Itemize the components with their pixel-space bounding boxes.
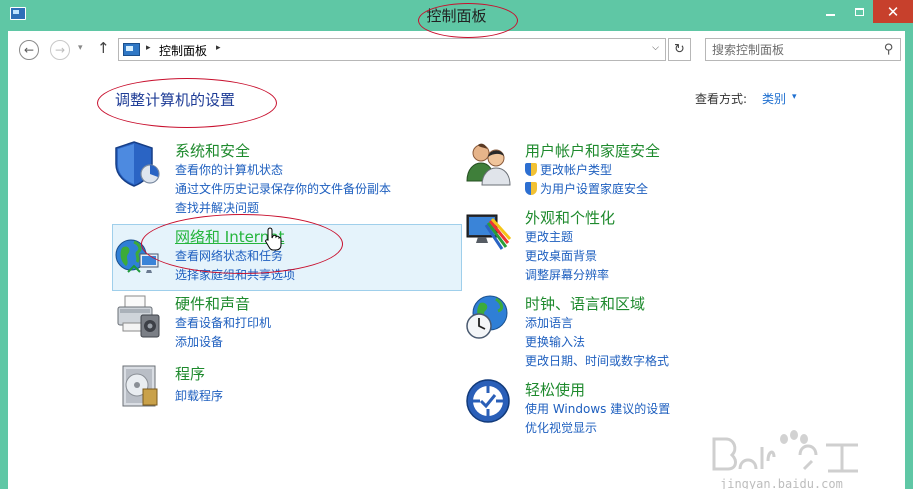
clock-globe-icon (466, 295, 508, 339)
link-uninstall-program[interactable]: 卸载程序 (175, 387, 223, 404)
category-title-programs[interactable]: 程序 (175, 363, 205, 384)
link-homegroup-sharing[interactable]: 选择家庭组和共享选项 (175, 266, 295, 283)
programs-icon (122, 365, 158, 407)
close-icon: ✕ (886, 2, 900, 21)
category-title-appearance[interactable]: 外观和个性化 (525, 207, 615, 228)
ease-of-access-icon (466, 379, 510, 423)
breadcrumb-chevron-icon[interactable]: ▸ (216, 43, 221, 53)
up-button[interactable]: ↑ (97, 39, 110, 57)
hand-cursor-icon (265, 227, 282, 251)
view-by-dropdown[interactable]: 类别 (762, 90, 786, 107)
network-globe-icon (115, 239, 159, 273)
minimize-icon (825, 13, 835, 16)
link-optimize-visual-display[interactable]: 优化视觉显示 (525, 419, 597, 436)
link-change-account-type-label: 更改帐户类型 (540, 163, 613, 177)
navigation-bar: ← → ▾ ↑ ▸ 控制面板 ▸ ⌵ ↻ ⚲ (8, 31, 905, 67)
category-title-user-accounts[interactable]: 用户帐户和家庭安全 (525, 140, 660, 161)
control-panel-icon (123, 43, 140, 56)
link-family-safety[interactable]: 为用户设置家庭安全 (525, 180, 648, 197)
breadcrumb-chevron-icon[interactable]: ▸ (146, 43, 151, 53)
client-area: ← → ▾ ↑ ▸ 控制面板 ▸ ⌵ ↻ ⚲ 调整计算机的设置 查看方式: 类别… (8, 31, 905, 489)
link-view-computer-status[interactable]: 查看你的计算机状态 (175, 161, 283, 178)
search-input[interactable] (712, 42, 872, 58)
category-title-system-security[interactable]: 系统和安全 (175, 140, 250, 161)
back-button[interactable]: ← (19, 40, 39, 60)
link-change-account-type[interactable]: 更改帐户类型 (525, 161, 612, 178)
link-adjust-resolution[interactable]: 调整屏幕分辨率 (525, 266, 609, 283)
users-icon (466, 143, 511, 186)
maximize-icon (854, 7, 864, 16)
breadcrumb-control-panel[interactable]: 控制面板 (159, 42, 207, 59)
refresh-icon: ↻ (674, 42, 685, 57)
uac-shield-icon (525, 182, 537, 195)
link-change-date-time-format[interactable]: 更改日期、时间或数字格式 (525, 352, 669, 369)
address-dropdown-icon[interactable]: ⌵ (652, 43, 659, 53)
link-troubleshoot[interactable]: 查找并解决问题 (175, 199, 259, 216)
address-bar[interactable]: ▸ 控制面板 ▸ ⌵ (118, 38, 666, 61)
maximize-button[interactable] (845, 0, 873, 23)
refresh-button[interactable]: ↻ (668, 38, 691, 61)
link-add-device[interactable]: 添加设备 (175, 333, 223, 350)
view-by-chevron-icon[interactable]: ▾ (792, 92, 797, 102)
search-box[interactable]: ⚲ (705, 38, 901, 61)
arrow-right-icon: → (54, 43, 66, 57)
minimize-button[interactable] (815, 0, 845, 23)
link-change-desktop-background[interactable]: 更改桌面背景 (525, 247, 597, 264)
link-change-input-method[interactable]: 更换输入法 (525, 333, 585, 350)
page-title: 调整计算机的设置 (115, 91, 236, 109)
window-title: 控制面板 (426, 7, 487, 25)
recent-locations-dropdown-icon[interactable]: ▾ (78, 43, 83, 53)
forward-button[interactable]: → (50, 40, 70, 60)
category-title-clock-region[interactable]: 时钟、语言和区域 (525, 293, 645, 314)
link-devices-printers[interactable]: 查看设备和打印机 (175, 314, 271, 331)
link-add-language[interactable]: 添加语言 (525, 314, 573, 331)
link-file-history-backup[interactable]: 通过文件历史记录保存你的文件备份副本 (175, 180, 391, 197)
printer-icon (117, 295, 160, 338)
link-family-safety-label: 为用户设置家庭安全 (540, 182, 649, 196)
link-windows-suggested-settings[interactable]: 使用 Windows 建议的设置 (525, 400, 670, 417)
link-change-theme[interactable]: 更改主题 (525, 228, 573, 245)
arrow-left-icon: ← (23, 43, 35, 57)
category-title-hardware-sound[interactable]: 硬件和声音 (175, 293, 250, 314)
shield-icon (115, 141, 160, 187)
display-icon (466, 214, 512, 250)
title-bar: 控制面板 ✕ (0, 0, 913, 31)
view-by-label: 查看方式: (695, 92, 748, 106)
close-button[interactable]: ✕ (873, 0, 913, 23)
watermark-url: jingyan.baidu.com (720, 477, 843, 489)
search-icon[interactable]: ⚲ (884, 42, 894, 57)
uac-shield-icon (525, 163, 537, 176)
category-title-ease-of-access[interactable]: 轻松使用 (525, 379, 585, 400)
